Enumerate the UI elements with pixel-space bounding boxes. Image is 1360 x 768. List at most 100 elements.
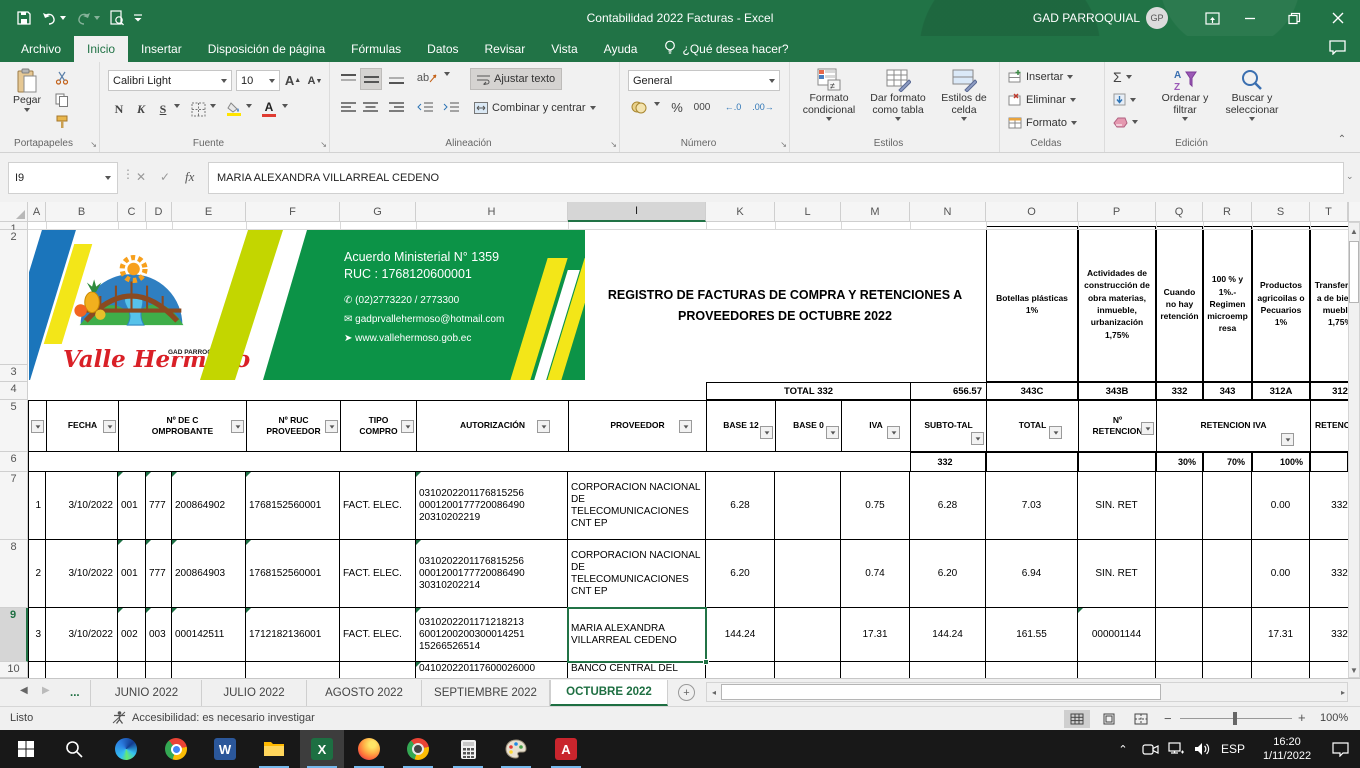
font-size-select[interactable]: 10: [236, 70, 280, 91]
dialog-launcher-icon[interactable]: ↘: [780, 140, 787, 149]
dialog-launcher-icon[interactable]: ↘: [90, 140, 97, 149]
wrap-text-button[interactable]: Ajustar texto: [470, 68, 562, 90]
row-header-1[interactable]: 1: [0, 222, 28, 230]
cell-c7[interactable]: 001: [118, 472, 146, 540]
taskbar-paint-icon[interactable]: [494, 730, 538, 768]
code-cell-s[interactable]: 312A: [1252, 382, 1310, 400]
vertical-scroll-thumb[interactable]: [1349, 241, 1359, 303]
cell-e9[interactable]: 000142511: [172, 608, 246, 662]
cell-f8[interactable]: 1768152560001: [246, 540, 340, 608]
formula-input[interactable]: MARIA ALEXANDRA VILLARREAL CEDENO: [208, 162, 1344, 194]
column-header-t[interactable]: T: [1310, 202, 1348, 222]
accounting-dropdown-icon[interactable]: [652, 102, 662, 106]
subheader-o[interactable]: [986, 452, 1078, 472]
column-header-l[interactable]: L: [775, 202, 841, 222]
cell-o8[interactable]: 6.94: [986, 540, 1078, 608]
sheet-tab-julio[interactable]: JULIO 2022: [202, 680, 307, 706]
taskbar-edge-icon[interactable]: [104, 730, 148, 768]
row-header-3[interactable]: 3: [0, 365, 28, 382]
horizontal-scroll-thumb[interactable]: [721, 684, 1161, 700]
align-top-icon[interactable]: [338, 70, 358, 88]
merge-center-button[interactable]: Combinar y centrar: [470, 98, 600, 118]
new-sheet-icon[interactable]: +: [678, 684, 695, 701]
header-fecha[interactable]: FECHA: [46, 400, 119, 452]
column-header-q[interactable]: Q: [1156, 202, 1203, 222]
collapse-ribbon-icon[interactable]: ⌃: [1334, 132, 1350, 146]
tall-header-q[interactable]: Cuando no hay retención: [1156, 226, 1203, 382]
scroll-left-icon[interactable]: ◂: [707, 688, 721, 697]
column-header-s[interactable]: S: [1252, 202, 1310, 222]
filter-icon[interactable]: [231, 420, 244, 433]
code-cell-q[interactable]: 332: [1156, 382, 1203, 400]
cell-b9[interactable]: 3/10/2022: [46, 608, 118, 662]
cell-doc-title[interactable]: REGISTRO DE FACTURAS DE COMPRA Y RETENCI…: [585, 230, 985, 382]
tab-disposicion[interactable]: Disposición de página: [195, 36, 338, 62]
select-all-corner[interactable]: [0, 202, 28, 222]
fill-color-dropdown-icon[interactable]: [244, 104, 254, 108]
bold-button[interactable]: N: [110, 100, 128, 118]
close-button[interactable]: [1316, 0, 1360, 36]
row-header-5[interactable]: 5: [0, 400, 28, 452]
filter-icon[interactable]: [1141, 422, 1154, 435]
cell-f7[interactable]: 1768152560001: [246, 472, 340, 540]
fill-color-icon[interactable]: [224, 100, 244, 118]
cell-a9[interactable]: 3: [28, 608, 46, 662]
zoom-level[interactable]: 100%: [1320, 712, 1348, 724]
header-comprobante[interactable]: Nº DE C OMPROBANTE: [118, 400, 247, 452]
cell-k7[interactable]: 6.28: [706, 472, 775, 540]
align-bottom-icon[interactable]: [386, 70, 406, 88]
fill-button[interactable]: [1113, 93, 1136, 106]
dialog-launcher-icon[interactable]: ↘: [610, 140, 617, 149]
filter-icon[interactable]: [401, 420, 414, 433]
header-iva[interactable]: IVA: [841, 400, 911, 452]
copy-icon[interactable]: [52, 92, 72, 108]
subheader-r[interactable]: 70%: [1203, 452, 1252, 472]
cell-s9[interactable]: 17.31: [1252, 608, 1310, 662]
header-subtotal[interactable]: SUBTO-TAL: [910, 400, 987, 452]
borders-icon[interactable]: [188, 100, 208, 118]
font-name-select[interactable]: Calibri Light: [108, 70, 232, 91]
code-cell-o[interactable]: 343C: [986, 382, 1078, 400]
cell-q8[interactable]: [1156, 540, 1203, 608]
row-header-2[interactable]: 2: [0, 230, 28, 365]
cell-h9[interactable]: 0310202201171218213600120020030001425115…: [416, 608, 568, 662]
taskbar-search-button[interactable]: [52, 730, 96, 768]
taskbar-acrobat-icon[interactable]: A: [544, 730, 588, 768]
clear-button[interactable]: [1113, 116, 1138, 128]
cell-a10[interactable]: [28, 662, 46, 678]
tell-me-search[interactable]: ¿Qué desea hacer?: [664, 36, 788, 62]
sort-filter-button[interactable]: AZ Ordenar y filtrar: [1153, 68, 1217, 121]
cell-o9[interactable]: 161.55: [986, 608, 1078, 662]
tall-header-s[interactable]: Productos agricoilas o Pecuarios 1%: [1252, 226, 1310, 382]
format-cells-button[interactable]: Formato: [1008, 116, 1077, 129]
cell-d8[interactable]: 777: [146, 540, 172, 608]
zoom-out-icon[interactable]: −: [1164, 711, 1172, 726]
header-base12[interactable]: BASE 12: [706, 400, 776, 452]
percent-style-button[interactable]: %: [668, 98, 686, 116]
undo-dropdown-icon[interactable]: [58, 8, 68, 28]
taskbar-word-icon[interactable]: W: [203, 730, 247, 768]
cell-p10[interactable]: [1078, 662, 1156, 678]
column-header-k[interactable]: K: [706, 202, 775, 222]
comment-icon[interactable]: [1329, 40, 1346, 58]
cell-e7[interactable]: 200864902: [172, 472, 246, 540]
cut-icon[interactable]: [52, 70, 72, 86]
header-num-retencion[interactable]: Nº RETENCION: [1078, 400, 1157, 452]
sheet-tab-overflow[interactable]: ...: [60, 680, 91, 706]
cell-k9[interactable]: 144.24: [706, 608, 775, 662]
cell-g10[interactable]: [340, 662, 416, 678]
header-retencion-iva[interactable]: RETENCION IVA: [1156, 400, 1311, 452]
cell-m9[interactable]: 17.31: [841, 608, 910, 662]
cell-d7[interactable]: 777: [146, 472, 172, 540]
tab-vista[interactable]: Vista: [538, 36, 590, 62]
cell-c8[interactable]: 001: [118, 540, 146, 608]
subheader-s[interactable]: 100%: [1252, 452, 1310, 472]
cell-e8[interactable]: 200864903: [172, 540, 246, 608]
tab-revisar[interactable]: Revisar: [472, 36, 539, 62]
align-center-icon[interactable]: [360, 98, 380, 116]
row-header-4[interactable]: 4: [0, 382, 28, 400]
row-header-8[interactable]: 8: [0, 540, 28, 608]
shrink-font-icon[interactable]: A▼: [306, 72, 324, 90]
header-total[interactable]: TOTAL: [986, 400, 1079, 452]
account-name[interactable]: GAD PARROQUIAL: [1020, 0, 1140, 36]
